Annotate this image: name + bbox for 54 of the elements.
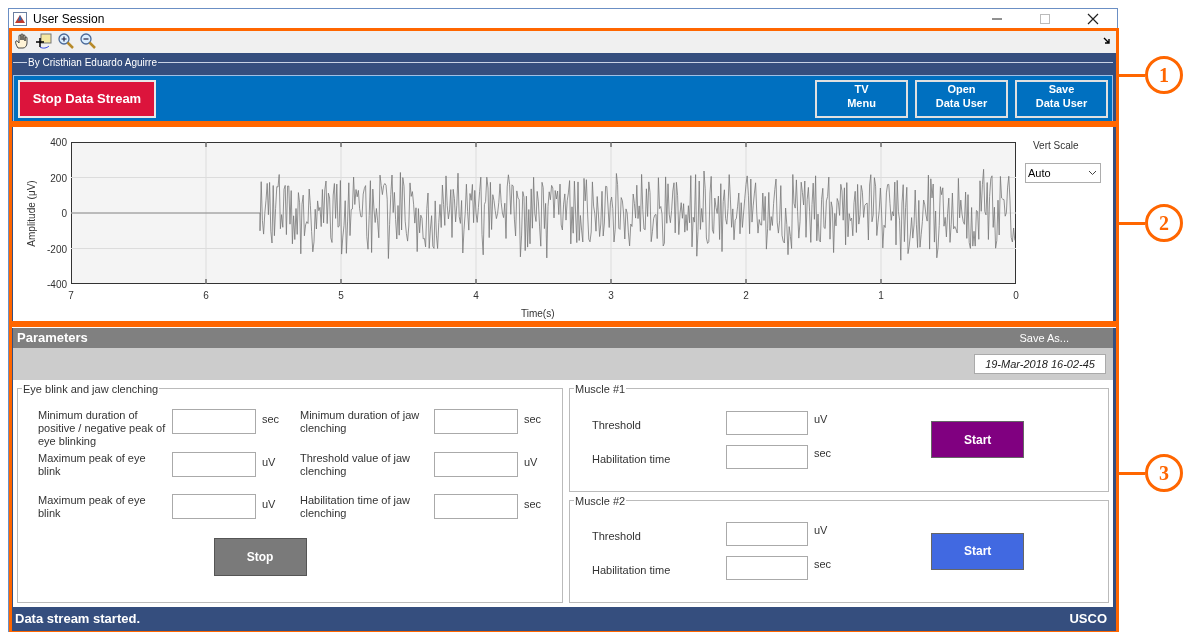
y-tick-label: 400: [49, 136, 67, 150]
y-axis-title: Amplitude (μV): [24, 179, 38, 249]
field-label: Minimum duration of positive / negative peak of eye blinking: [38, 409, 166, 448]
x-tick-label: 6: [202, 289, 210, 303]
unit-label: sec: [814, 557, 832, 573]
unit-label: sec: [524, 412, 542, 427]
vert-scale-label: Vert Scale: [1033, 139, 1079, 153]
stop-button[interactable]: Stop: [213, 538, 307, 576]
x-tick-label: 5: [337, 289, 345, 303]
author-caption: By Cristhian Eduardo Aguirre: [27, 55, 158, 70]
unit-label: sec: [262, 412, 280, 427]
header-button[interactable]: Open Data User: [915, 80, 1008, 118]
x-tick-label: 2: [742, 289, 750, 303]
start-button[interactable]: Start: [931, 532, 1025, 570]
unit-label: uV: [262, 455, 276, 470]
unit-label: sec: [814, 445, 832, 461]
start-button[interactable]: Start: [931, 421, 1025, 459]
callout-number: 1: [1145, 56, 1183, 94]
field-label: Habilitation time of jaw clenching: [300, 494, 412, 520]
x-tick-label: 4: [472, 289, 480, 303]
unit-label: uV: [814, 523, 828, 539]
stop-stream-button[interactable]: Stop Data Stream: [18, 80, 156, 118]
window-title: User Session: [33, 11, 105, 28]
y-tick-label: 0: [60, 207, 67, 221]
unit-label: uV: [524, 455, 538, 470]
x-tick-label: 0: [1012, 289, 1020, 303]
y-tick-label: 200: [49, 171, 67, 186]
timestamp-field: 19-Mar-2018 16-02-45: [974, 354, 1106, 374]
brand-label: USCO: [1069, 610, 1107, 629]
x-tick-label: 7: [67, 289, 75, 303]
field-label: Minimum duration of jaw clenching: [300, 409, 421, 435]
header-button[interactable]: TV Menu: [815, 80, 908, 118]
y-tick-label: -400: [46, 278, 67, 292]
y-tick-label: -200: [46, 242, 67, 257]
x-tick-label: 1: [877, 289, 885, 303]
parameters-title: Parameters: [17, 329, 88, 348]
save-as-link[interactable]: Save As...: [1019, 329, 1069, 347]
header-button[interactable]: Save Data User: [1015, 80, 1108, 118]
x-axis-title: Time(s): [521, 307, 555, 321]
field-label: Threshold: [592, 417, 642, 433]
callout-number: 3: [1145, 454, 1183, 492]
field-label: Maximum peak of eye blink: [38, 494, 147, 520]
field-label: Threshold value of jaw clenching: [300, 452, 412, 478]
vert-scale-dropdown[interactable]: Auto: [1025, 163, 1101, 183]
field-label: Threshold: [592, 529, 642, 545]
field-label: Habilitation time: [592, 451, 672, 467]
unit-label: uV: [262, 497, 276, 512]
status-message: Data stream started.: [15, 610, 140, 629]
unit-label: sec: [524, 497, 542, 512]
field-label: Habilitation time: [592, 563, 672, 579]
field-label: Maximum peak of eye blink: [38, 452, 147, 478]
callout-number: 2: [1145, 204, 1183, 242]
x-tick-label: 3: [607, 289, 615, 303]
unit-label: uV: [814, 411, 828, 427]
